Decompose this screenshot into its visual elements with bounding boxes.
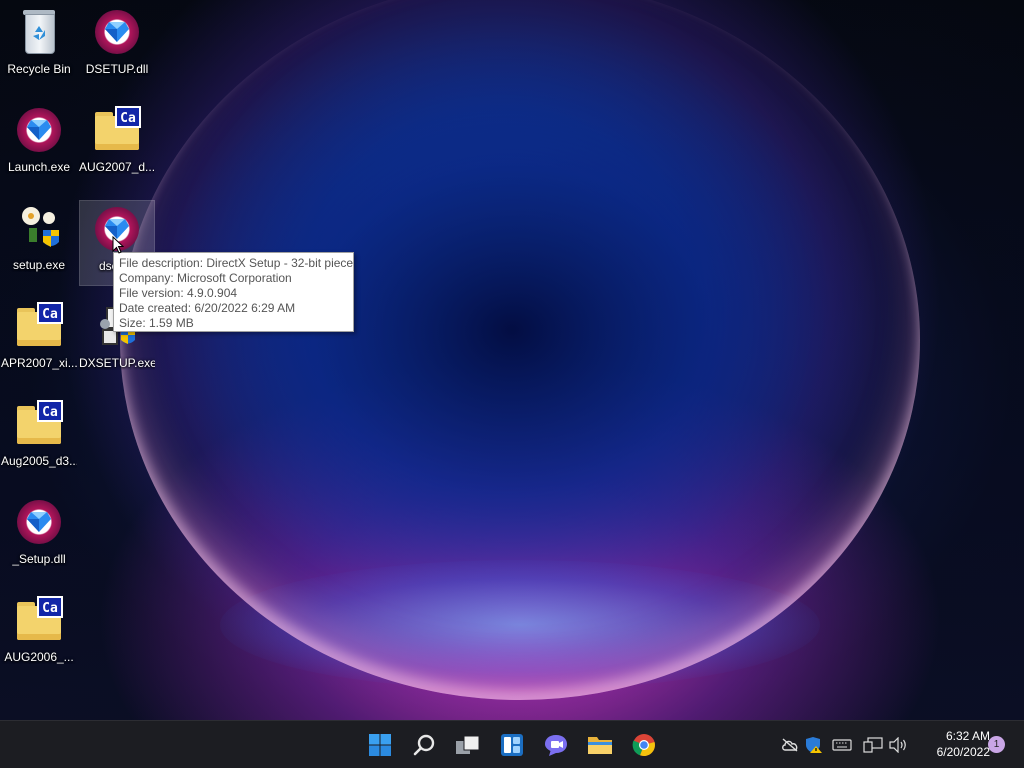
keyboard-tray[interactable] — [831, 735, 853, 755]
desktop-background: Recycle Bin Launch.exe setup.exe Ca APR2… — [0, 0, 1024, 720]
tooltip-version: File version: 4.9.0.904 — [119, 286, 238, 300]
chat-icon — [545, 735, 567, 756]
desktop-icon-label: DSETUP.dll — [85, 62, 149, 76]
recycle-bin-icon — [15, 8, 63, 56]
windows-logo-icon — [369, 734, 391, 756]
file-explorer-button[interactable] — [584, 729, 616, 761]
gem-setup-icon — [93, 8, 141, 56]
tooltip-size: Size: 1.59 MB — [119, 316, 194, 330]
desktop-icon-label: AUG2006_... — [4, 650, 74, 664]
desktop-icon-aug2006-folder[interactable]: Ca AUG2006_... — [1, 592, 77, 678]
taskbar: 6:32 AM 6/20/2022 1 — [0, 720, 1024, 768]
security-warning-icon — [806, 737, 822, 753]
file-info-tooltip: File description: DirectX Setup - 32-bit… — [113, 252, 354, 332]
folder-icon: Ca — [15, 302, 63, 350]
desktop-icon-label: _Setup.dll — [12, 552, 66, 566]
setup-installer-icon — [15, 204, 63, 252]
tooltip-company: Company: Microsoft Corporation — [119, 271, 292, 285]
volume-tray[interactable] — [887, 735, 909, 755]
desktop-icon-label: Aug2005_d3... — [1, 454, 77, 468]
desktop-icon-aug2005-folder[interactable]: Ca Aug2005_d3... — [1, 396, 77, 482]
task-view-icon — [456, 735, 480, 754]
network-tray[interactable] — [862, 735, 884, 755]
chat-button[interactable] — [540, 729, 572, 761]
chrome-icon — [632, 734, 655, 757]
widgets-icon — [501, 734, 523, 756]
security-tray[interactable] — [804, 735, 824, 755]
wallpaper-glow — [220, 560, 820, 690]
tooltip-description: File description: DirectX Setup - 32-bit… — [119, 256, 354, 270]
mouse-cursor-icon — [112, 236, 124, 254]
desktop-icon-recycle-bin[interactable]: Recycle Bin — [1, 4, 77, 90]
gem-setup-icon — [15, 106, 63, 154]
desktop-icon-label: Launch.exe — [7, 160, 71, 174]
keyboard-icon — [832, 739, 852, 751]
desktop-icon-launch-exe[interactable]: Launch.exe — [1, 102, 77, 188]
chrome-button[interactable] — [628, 729, 660, 761]
clock-date: 6/20/2022 — [936, 745, 990, 759]
search-icon — [413, 734, 435, 756]
desktop-icon-label: AUG2007_d... — [79, 160, 155, 174]
network-icon — [863, 737, 883, 753]
task-view-button[interactable] — [452, 729, 484, 761]
onedrive-off-tray[interactable] — [780, 735, 800, 755]
onedrive-off-icon — [782, 738, 798, 752]
desktop-icon-setup-dll[interactable]: _Setup.dll — [1, 494, 77, 580]
notification-count-badge[interactable]: 1 — [988, 736, 1005, 753]
search-button[interactable] — [408, 729, 440, 761]
folder-icon — [588, 737, 612, 754]
desktop-icon-label: Recycle Bin — [7, 62, 71, 76]
desktop-icon-aug2007-folder[interactable]: Ca AUG2007_d... — [79, 102, 155, 188]
folder-icon: Ca — [15, 400, 63, 448]
folder-icon: Ca — [15, 596, 63, 644]
tooltip-date-created: Date created: 6/20/2022 6:29 AM — [119, 301, 296, 315]
desktop-icon-apr2007-folder[interactable]: Ca APR2007_xi... — [1, 298, 77, 384]
gem-setup-icon — [15, 498, 63, 546]
volume-icon — [889, 737, 906, 753]
desktop-icon-setup-exe[interactable]: setup.exe — [1, 200, 77, 286]
clock-time: 6:32 AM — [945, 729, 990, 743]
desktop-icon-label: APR2007_xi... — [1, 356, 77, 370]
widgets-button[interactable] — [496, 729, 528, 761]
desktop-icon-label: DXSETUP.exe — [79, 356, 155, 370]
start-button[interactable] — [364, 729, 396, 761]
folder-icon: Ca — [93, 106, 141, 154]
desktop-icon-dsetup-dll[interactable]: DSETUP.dll — [79, 4, 155, 90]
desktop-icon-label: setup.exe — [12, 258, 66, 272]
system-clock[interactable]: 6:32 AM 6/20/2022 — [912, 728, 990, 760]
